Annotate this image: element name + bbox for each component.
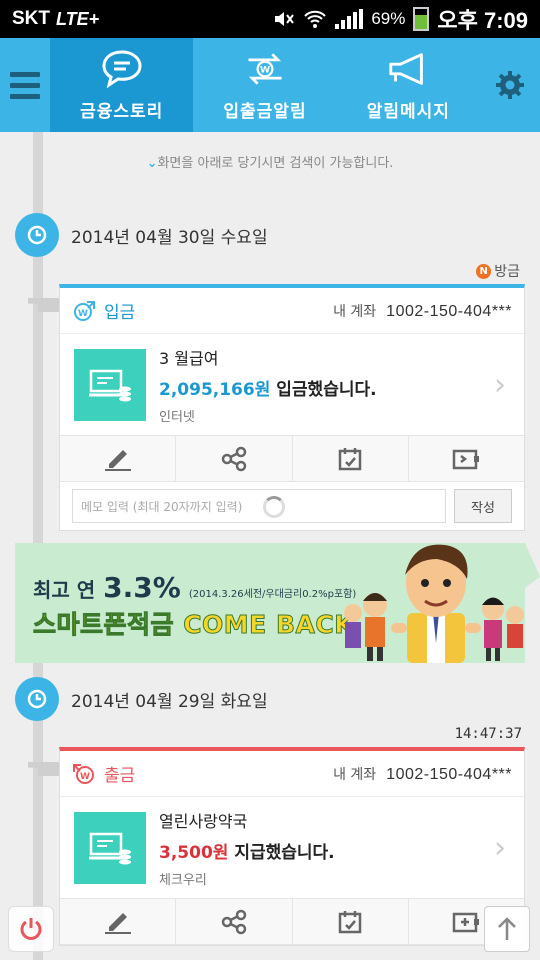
calendar-button[interactable] bbox=[293, 899, 409, 944]
transaction-channel: 인터넷 bbox=[159, 409, 195, 425]
won-exchange-icon: W bbox=[248, 52, 282, 85]
transaction-time: 14:47:37 bbox=[454, 726, 522, 742]
speech-bubble-icon bbox=[102, 49, 142, 88]
withdraw-won-icon: W bbox=[73, 763, 94, 784]
svg-text:W: W bbox=[78, 309, 88, 319]
transaction-title: 열린사랑약국 bbox=[159, 811, 248, 831]
loading-spinner-icon bbox=[263, 496, 285, 518]
pull-hint-text: 화면을 아래로 당기시면 검색이 가능합니다. bbox=[157, 156, 394, 171]
transaction-amount: 2,095,166원 bbox=[159, 379, 271, 400]
account-number: 1002-150-404*** bbox=[386, 765, 512, 783]
share-icon bbox=[221, 909, 247, 934]
memo-edit-button[interactable] bbox=[60, 436, 177, 481]
scroll-top-button[interactable] bbox=[484, 906, 530, 952]
transaction-channel: 체크우리 bbox=[159, 872, 207, 888]
chevron-right-icon: › bbox=[494, 830, 506, 865]
account-number: 1002-150-404*** bbox=[386, 302, 512, 320]
source-tag: N 방금 bbox=[476, 261, 520, 281]
pen-icon bbox=[104, 449, 131, 471]
clock: 오후 7:09 bbox=[437, 8, 528, 33]
gear-icon bbox=[495, 71, 524, 99]
transaction-card-withdraw: W 출금 내 계좌 1002-150-404*** 열린사랑약국 3,500원 … bbox=[59, 747, 525, 946]
deposit-won-icon: W bbox=[74, 300, 95, 321]
account-label: 내 계좌 bbox=[333, 766, 377, 783]
terminal-icon bbox=[74, 811, 146, 884]
power-icon bbox=[20, 918, 42, 940]
transaction-type: 입금 bbox=[104, 303, 136, 323]
transaction-card-deposit: W 입금 내 계좌 1002-150-404*** 3 월급여 2,095,16… bbox=[59, 284, 525, 531]
memo-submit-button[interactable]: 작성 bbox=[454, 489, 512, 523]
mute-icon bbox=[275, 12, 295, 26]
transaction-action-text: 지급했습니다. bbox=[228, 842, 335, 863]
date-label: 2014년 04월 29일 화요일 bbox=[71, 691, 268, 712]
tab-finance-story[interactable]: 금융스토리 bbox=[50, 38, 194, 132]
hamburger-menu-icon[interactable] bbox=[0, 38, 50, 132]
banner-headline: 스마트폰적금 COME BACK bbox=[32, 610, 355, 640]
settings-button[interactable] bbox=[480, 38, 540, 132]
network-label: LTE+ bbox=[56, 8, 100, 29]
calendar-button[interactable] bbox=[293, 436, 409, 481]
share-button[interactable] bbox=[176, 899, 293, 944]
svg-text:W: W bbox=[80, 772, 90, 782]
pull-hint: ⌄화면을 아래로 당기시면 검색이 가능합니다. bbox=[0, 152, 540, 171]
chevron-down-icon: ⌄ bbox=[146, 156, 158, 171]
clock-icon bbox=[15, 213, 59, 257]
chevron-right-icon: › bbox=[494, 367, 506, 402]
banner-prefix: 최고 연 bbox=[33, 578, 96, 602]
battery-percent: 69% bbox=[371, 9, 406, 28]
transaction-action-text: 입금했습니다. bbox=[270, 379, 377, 400]
pen-icon bbox=[104, 912, 131, 934]
arrow-up-icon bbox=[498, 917, 516, 940]
transaction-amount: 3,500원 bbox=[159, 842, 229, 863]
calendar-icon bbox=[338, 910, 362, 933]
terminal-icon bbox=[74, 348, 146, 421]
banner-rate: 3.3% bbox=[103, 571, 181, 604]
source-tag-label: 방금 bbox=[494, 264, 520, 280]
transaction-detail-row[interactable]: 열린사랑약국 3,500원 지급했습니다. 체크우리 › bbox=[60, 797, 524, 899]
memo-edit-button[interactable] bbox=[60, 899, 177, 944]
megaphone-icon bbox=[389, 52, 424, 85]
wifi-icon bbox=[304, 10, 327, 28]
top-nav: 금융스토리 W 입출금알림 알림메시지 bbox=[0, 38, 540, 132]
share-button[interactable] bbox=[176, 436, 293, 481]
memo-placeholder: 메모 입력 (최대 20자까지 입력) bbox=[81, 499, 243, 514]
battery-icon bbox=[413, 7, 430, 31]
wallet-arrow-icon bbox=[453, 449, 480, 469]
tab-alert-messages[interactable]: 알림메시지 bbox=[337, 38, 480, 132]
date-header: 2014년 04월 29일 화요일 bbox=[15, 677, 268, 721]
n-badge-icon: N bbox=[476, 263, 492, 279]
wallet-plus-icon bbox=[453, 912, 480, 932]
account-label: 내 계좌 bbox=[333, 303, 377, 320]
svg-text:W: W bbox=[260, 64, 270, 75]
transaction-detail-row[interactable]: 3 월급여 2,095,166원 입금했습니다. 인터넷 › bbox=[60, 334, 524, 436]
promo-banner[interactable]: 최고 연 3.3% (2014.3.26세전/우대금리0.2%p포함) 스마트폰… bbox=[15, 543, 525, 663]
clock-icon bbox=[15, 677, 59, 721]
transaction-title: 3 월급여 bbox=[159, 348, 219, 368]
power-button[interactable] bbox=[8, 906, 54, 952]
banner-tab bbox=[525, 543, 540, 588]
status-bar: SKT LTE+ 69% 오후 7:09 bbox=[0, 0, 540, 38]
tab-label: 알림메시지 bbox=[366, 101, 450, 122]
calendar-icon bbox=[338, 447, 362, 470]
transaction-type: 출금 bbox=[104, 766, 136, 786]
banner-note: (2014.3.26세전/우대금리0.2%p포함) bbox=[188, 589, 357, 600]
date-header: 2014년 04월 30일 수요일 bbox=[15, 213, 268, 257]
tab-label: 입출금알림 bbox=[223, 101, 307, 122]
carrier-label: SKT bbox=[12, 8, 50, 29]
signal-icon bbox=[335, 9, 364, 29]
date-label: 2014년 04월 30일 수요일 bbox=[71, 227, 268, 248]
tab-deposit-alerts[interactable]: W 입출금알림 bbox=[193, 38, 336, 132]
tab-label: 금융스토리 bbox=[80, 101, 164, 122]
share-icon bbox=[221, 446, 247, 471]
transfer-button[interactable] bbox=[409, 436, 524, 481]
cartoon-people-illustration bbox=[344, 544, 524, 663]
memo-input[interactable]: 메모 입력 (최대 20자까지 입력) bbox=[72, 489, 446, 523]
